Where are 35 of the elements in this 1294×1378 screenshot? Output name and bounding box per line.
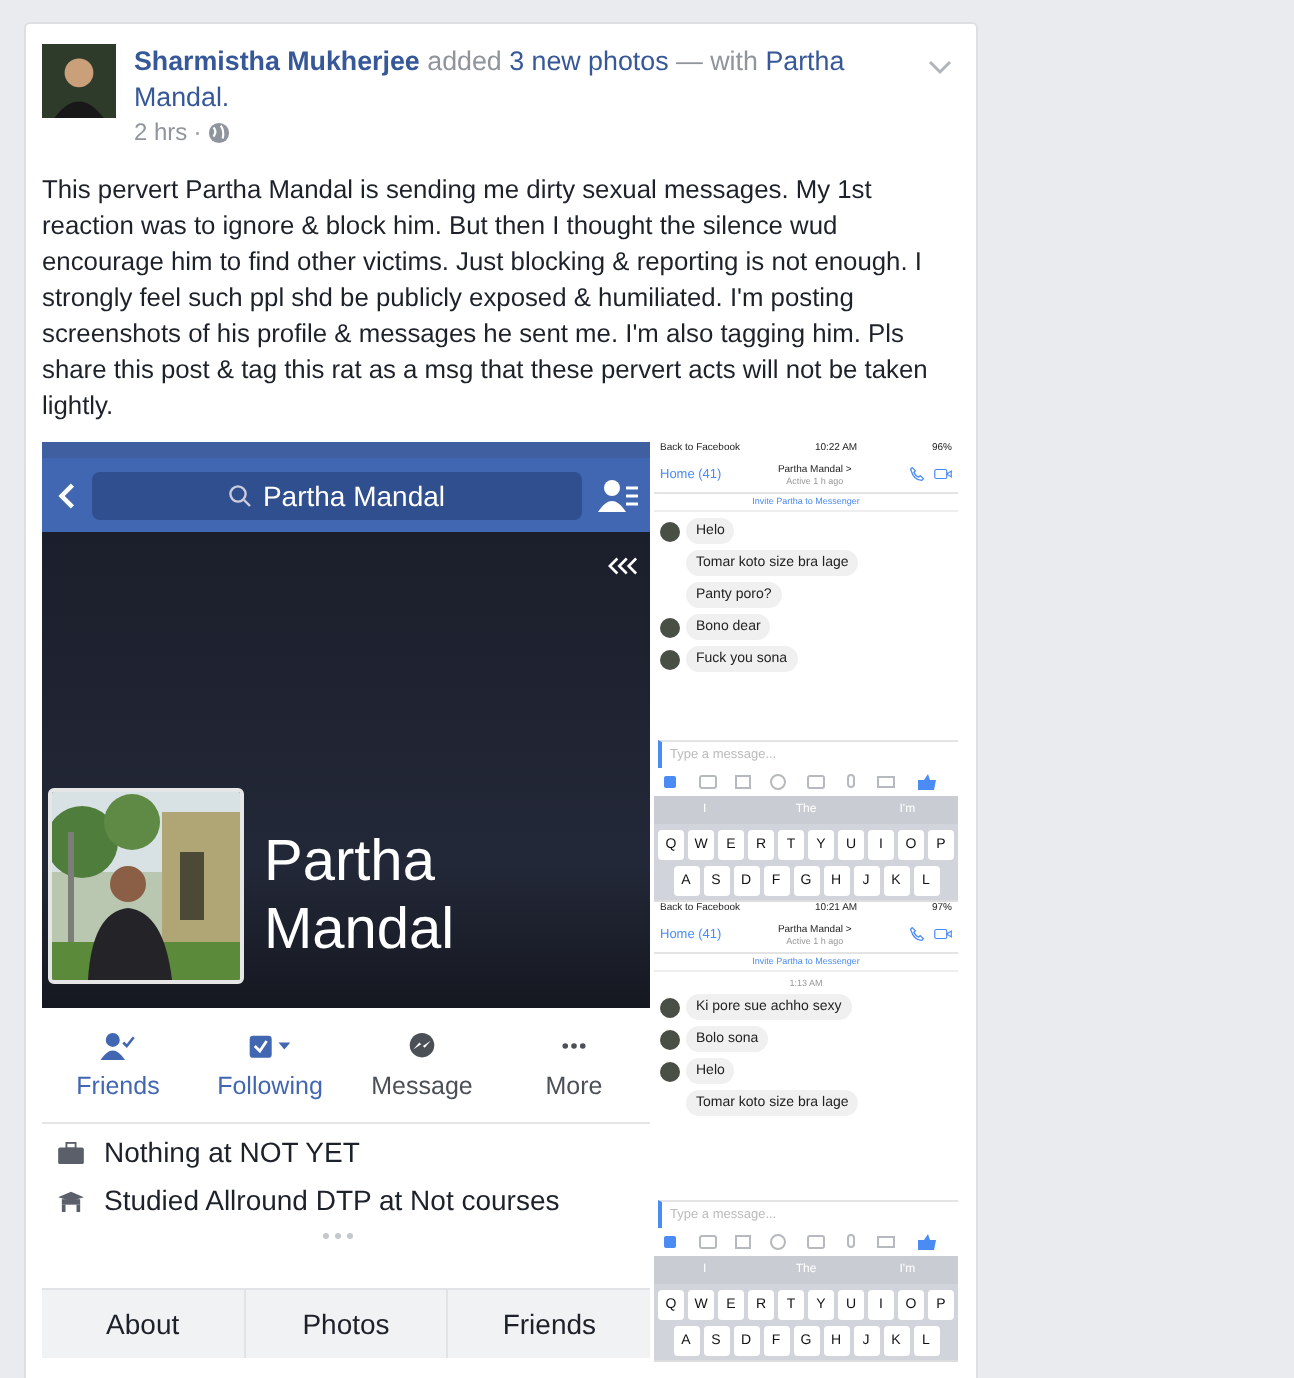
avatar-icon[interactable] [42, 44, 116, 118]
separator: · [193, 118, 202, 146]
friends-icon [96, 1031, 140, 1059]
phone-icon[interactable] [908, 926, 926, 942]
video-icon[interactable] [934, 926, 952, 942]
info-text: Nothing at NOT YET [104, 1136, 360, 1168]
collapse-icon[interactable] [608, 556, 638, 576]
back-icon[interactable] [58, 479, 76, 511]
search-field[interactable]: Partha Mandal [92, 471, 582, 519]
profile-tab[interactable]: Photos [243, 1290, 447, 1358]
photos-link[interactable]: 3 new photos [509, 46, 669, 76]
info-text: Studied Allround DTP at Not courses [104, 1184, 560, 1216]
school-icon [58, 1189, 84, 1211]
chat-screenshot[interactable] [654, 902, 958, 1362]
phone-icon[interactable] [908, 466, 926, 482]
post-headline: Sharmistha Mukherjee added 3 new photos — with Partha Mandal. [134, 44, 847, 116]
post-text: This pervert Partha Mandal is sending me dirty sexual messages. My 1st reaction was to ignore & block him. But then I thought the silence wud encourage him to find other victims. Just blocking & reporting is not enough. I strongly feel such ppl shd be publicly exposed & humiliated. I'm posting screenshots of his profile & messages he sent me. I'm also tagging him. Pls share this post & tag this rat as a msg that these pervert acts will not be taken lightly. [42, 172, 930, 424]
briefcase-icon [58, 1141, 84, 1163]
person-list-icon[interactable] [598, 477, 638, 513]
author-link[interactable]: Sharmistha Mukherjee [134, 46, 420, 76]
profile-action[interactable]: Message [346, 1008, 498, 1122]
dropdown-icon[interactable] [928, 60, 952, 76]
globe-icon [207, 121, 230, 143]
profile-action[interactable]: Friends [42, 1008, 194, 1122]
more-dots-icon[interactable] [320, 1232, 356, 1240]
profile-action[interactable]: Following [194, 1008, 346, 1122]
following-icon [248, 1031, 292, 1059]
search-icon [228, 483, 253, 507]
search-text: Partha Mandal [262, 479, 446, 511]
profile-screenshot[interactable]: Partha Mandal Partha Mandal Friends Following Message More Nothing at NOT YET Studied Allround DTP at Not courses About Photos Friends [42, 442, 650, 1358]
profile-action[interactable]: More [498, 1008, 650, 1122]
profile-tab[interactable]: About [42, 1290, 244, 1358]
profile-name: Partha Mandal [264, 828, 457, 964]
video-icon[interactable] [934, 466, 952, 482]
profile-tab[interactable]: Friends [446, 1290, 650, 1358]
